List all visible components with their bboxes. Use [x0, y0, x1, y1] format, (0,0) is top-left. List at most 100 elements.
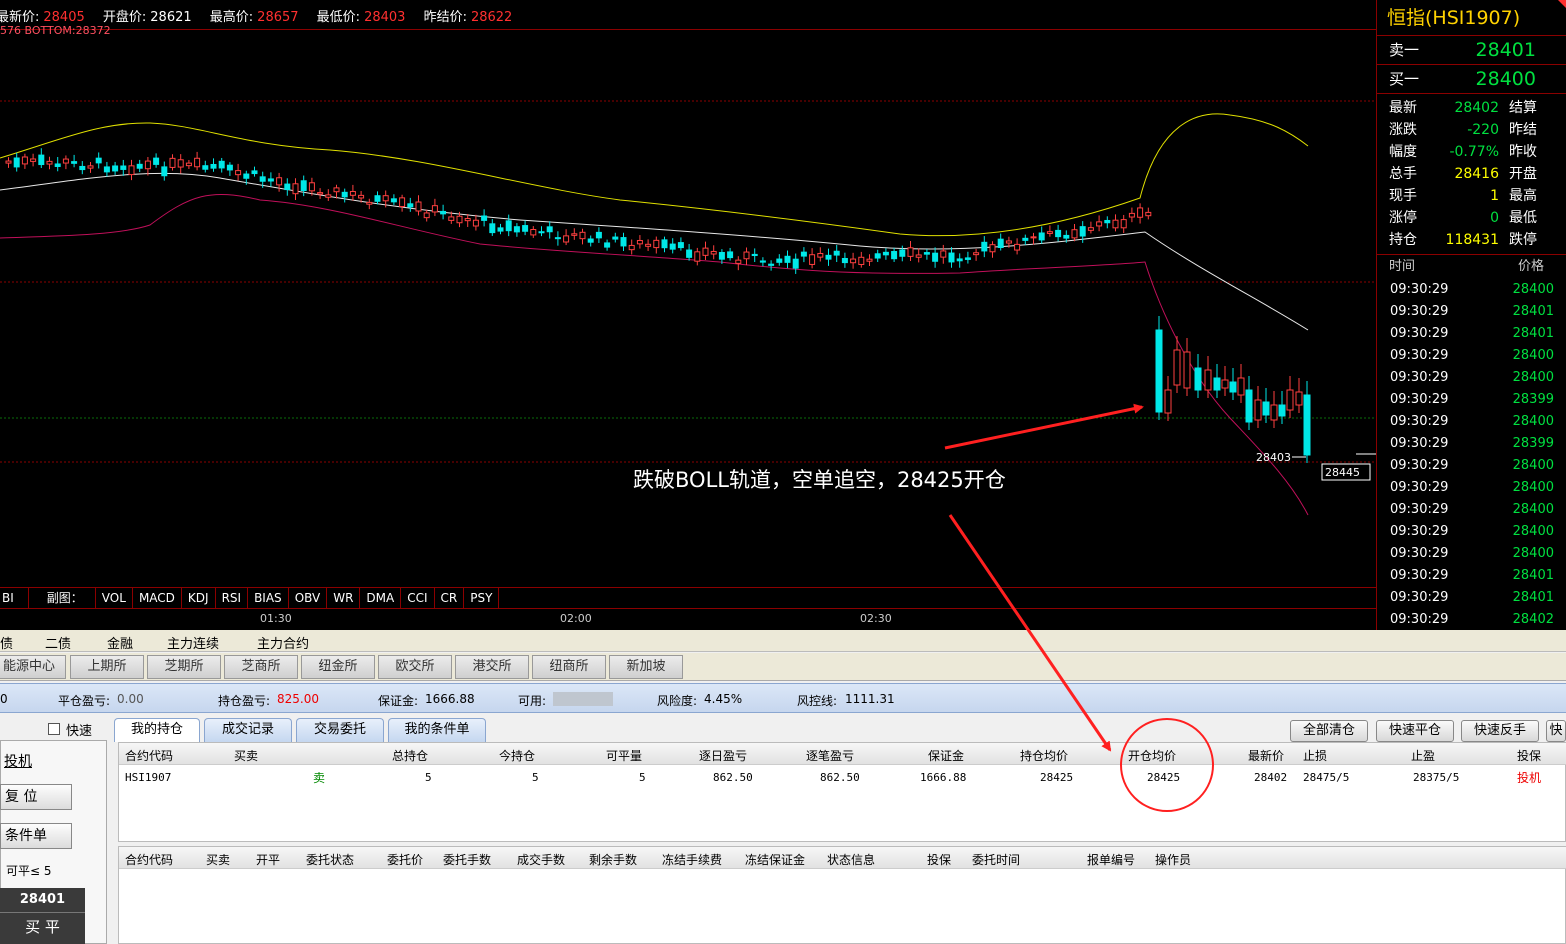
col-header[interactable]: 最新价 — [1248, 747, 1284, 764]
indicator-tab-wr[interactable]: WR — [327, 588, 361, 608]
indicator-tab-bias[interactable]: BIAS — [248, 588, 289, 608]
col-header[interactable]: 投保 — [1517, 747, 1541, 764]
col-header[interactable]: 开平 — [256, 851, 280, 868]
margin-label: 保证金: — [378, 694, 419, 708]
sell1-price[interactable]: 28401 — [1476, 36, 1536, 64]
close-all-button[interactable]: 全部清仓 — [1290, 720, 1368, 742]
category-item[interactable]: 金融 — [107, 633, 133, 652]
col-header[interactable]: 委托时间 — [972, 851, 1020, 868]
indicator-tab-vol[interactable]: VOL — [96, 588, 133, 608]
candle-body — [251, 170, 258, 175]
col-header[interactable]: 逐笔盈亏 — [806, 747, 854, 764]
buy1-price[interactable]: 28400 — [1476, 65, 1536, 93]
category-item[interactable]: 二债 — [45, 633, 71, 652]
col-header[interactable]: 投保 — [927, 851, 951, 868]
col-header[interactable]: 冻结保证金 — [745, 851, 805, 868]
quick-close-button[interactable]: 快速平仓 — [1376, 720, 1454, 742]
candle-body — [1087, 227, 1094, 231]
col-header[interactable]: 买卖 — [234, 747, 258, 764]
col-header[interactable]: 报单编号 — [1087, 851, 1135, 868]
closable-label: 可平≤ 5 — [6, 864, 52, 878]
quick-more-button[interactable]: 快 — [1546, 720, 1566, 742]
exchange-button[interactable]: 纽商所 — [532, 655, 606, 679]
col-header[interactable]: 开仓均价 — [1128, 747, 1176, 764]
quick-reverse-button[interactable]: 快速反手 — [1461, 720, 1539, 742]
candle-body — [1204, 369, 1212, 391]
indicator-tab-cci[interactable]: CCI — [401, 588, 435, 608]
col-header[interactable]: 合约代码 — [125, 747, 173, 764]
col-header[interactable]: 总持仓 — [392, 747, 428, 764]
tab-trade-records[interactable]: 成交记录 — [204, 718, 292, 742]
tick-header-price: 价格 — [1517, 259, 1544, 274]
indicator-tab-obv[interactable]: OBV — [289, 588, 328, 608]
col-header[interactable]: 委托手数 — [443, 851, 491, 868]
cell-hedge: 投机 — [1517, 771, 1542, 785]
buy-close-button[interactable]: 28401 买 平 — [0, 888, 85, 944]
candle-body — [30, 158, 37, 162]
exchange-button[interactable]: 能源中心 — [0, 655, 66, 679]
indicator-tab-bi[interactable]: BI — [0, 588, 29, 608]
indicator-tab-rsi[interactable]: RSI — [216, 588, 249, 608]
sub-chart-label: 副图： — [29, 588, 96, 608]
indicator-tab-dma[interactable]: DMA — [360, 588, 402, 608]
prev-settle-price: 28622 — [470, 10, 513, 25]
cell-stop-loss[interactable]: 28475/5 — [1303, 771, 1349, 784]
candle-body — [669, 243, 676, 250]
candlestick-chart[interactable]: 28403 28445 — [0, 30, 1376, 586]
candle-body — [464, 218, 471, 222]
candle-body — [1112, 219, 1119, 229]
col-header[interactable]: 合约代码 — [125, 851, 173, 868]
indicator-tab-macd[interactable]: MACD — [133, 588, 182, 608]
col-header[interactable]: 保证金 — [928, 747, 964, 764]
col-header[interactable]: 冻结手续费 — [662, 851, 722, 868]
exchange-button[interactable]: 芝期所 — [147, 655, 221, 679]
candle-body — [595, 231, 602, 239]
exchange-button[interactable]: 芝商所 — [224, 655, 298, 679]
col-header[interactable]: 成交手数 — [517, 851, 565, 868]
table-row[interactable]: HSI1907 卖 5 5 5 862.50 862.50 1666.88 28… — [119, 767, 1566, 789]
last-price-label: 28403 — [1256, 451, 1291, 464]
col-header[interactable]: 买卖 — [206, 851, 230, 868]
conditional-order-button[interactable]: 条件单 — [0, 823, 72, 849]
col-header[interactable]: 状态信息 — [827, 851, 875, 868]
exchange-button[interactable]: 欧交所 — [378, 655, 452, 679]
col-header[interactable]: 持仓均价 — [1020, 747, 1068, 764]
col-header[interactable]: 操作员 — [1155, 851, 1191, 868]
speculation-label[interactable]: 投机 — [4, 751, 32, 771]
close-pl-value: 0.00 — [117, 692, 144, 706]
reset-button[interactable]: 复 位 — [0, 784, 72, 810]
col-header[interactable]: 剩余手数 — [589, 851, 637, 868]
indicator-tab-psy[interactable]: PSY — [464, 588, 500, 608]
col-header[interactable]: 止损 — [1303, 747, 1327, 764]
col-header[interactable]: 委托价 — [387, 851, 423, 868]
tick-row: 09:30:29 28401 — [1377, 587, 1566, 609]
candle-body — [358, 194, 365, 199]
tick-price: 28400 — [1512, 524, 1554, 539]
category-item[interactable]: 主力连续 — [167, 633, 219, 652]
exchange-button[interactable]: 港交所 — [455, 655, 529, 679]
candle-body — [243, 173, 250, 179]
exchange-button[interactable]: 纽金所 — [301, 655, 375, 679]
tab-my-positions[interactable]: 我的持仓 — [114, 718, 200, 742]
orders-table-header: 合约代码 买卖 开平 委托状态 委托价 委托手数 成交手数 剩余手数 冻结手续费… — [119, 847, 1566, 869]
col-header[interactable]: 逐日盈亏 — [699, 747, 747, 764]
tab-orders[interactable]: 交易委托 — [296, 718, 384, 742]
cell-take-profit[interactable]: 28375/5 — [1413, 771, 1459, 784]
candle-body — [267, 178, 274, 182]
candle-body — [71, 161, 78, 164]
indicator-tab-kdj[interactable]: KDJ — [182, 588, 216, 608]
category-item[interactable]: 主力合约 — [257, 633, 309, 652]
exchange-button[interactable]: 上期所 — [70, 655, 144, 679]
category-item[interactable]: 债 — [0, 633, 13, 652]
col-header[interactable]: 可平量 — [606, 747, 642, 764]
candle-body — [423, 212, 430, 219]
tab-conditional-orders[interactable]: 我的条件单 — [388, 718, 486, 742]
high-price: 28657 — [257, 10, 299, 25]
col-header[interactable]: 委托状态 — [306, 851, 354, 868]
fast-checkbox[interactable] — [48, 723, 60, 735]
col-header[interactable]: 今持仓 — [499, 747, 535, 764]
exchange-button[interactable]: 新加坡 — [609, 655, 683, 679]
indicator-tab-cr[interactable]: CR — [435, 588, 465, 608]
candle-body — [112, 165, 119, 172]
col-header[interactable]: 止盈 — [1411, 747, 1435, 764]
